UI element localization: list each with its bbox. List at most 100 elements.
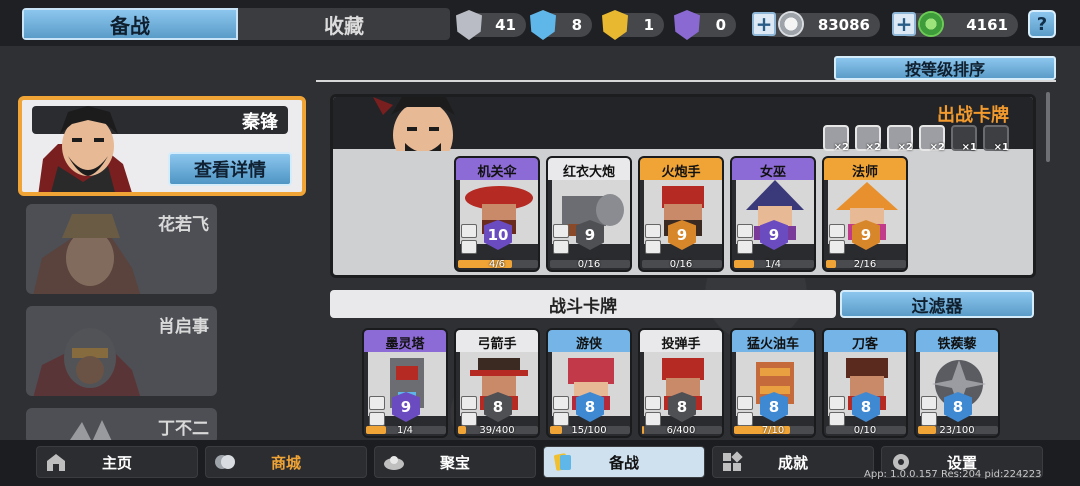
card-name: 弓箭手 <box>477 337 517 352</box>
slot-count: ×2 <box>929 142 945 153</box>
nav-prepare[interactable]: 备战 <box>543 446 705 478</box>
blue-shield-value: 8 <box>571 16 582 34</box>
battle-card[interactable]: 墨灵塔 9 1/4 <box>362 328 448 438</box>
nav-achievements[interactable]: 成就 <box>712 446 874 478</box>
battle-card[interactable]: 弓箭手 8 39/400 <box>454 328 540 438</box>
card-target-icon <box>645 240 661 254</box>
card-level-badge: 9 <box>392 392 420 422</box>
card-level-badge: 8 <box>484 392 512 422</box>
green-gem-value: 4161 <box>966 16 1008 34</box>
house-icon <box>47 454 65 471</box>
nav-treasure[interactable]: 聚宝 <box>374 446 536 478</box>
hero-card[interactable]: 肖启事 <box>26 306 217 396</box>
hero-name: 肖启事 <box>158 317 209 337</box>
app-version-info: App: 1.0.0.157 Res:204 pid:224223 <box>864 469 1042 480</box>
card-progress-text: 7/10 <box>761 425 785 436</box>
card-name: 法师 <box>851 165 878 180</box>
battle-card[interactable]: 猛火油车 8 7/10 <box>730 328 816 438</box>
silver-shield-counter: 41 <box>456 10 526 40</box>
card-name: 刀客 <box>851 337 878 352</box>
achievements-icon <box>723 451 743 471</box>
card-name: 墨灵塔 <box>385 337 425 352</box>
card-target-icon <box>461 412 477 426</box>
hero-portrait-xiaoqishi <box>33 328 141 396</box>
card-progress-text: 0/16 <box>669 259 693 270</box>
card-progress-text: 2/16 <box>853 259 877 270</box>
card-progress-text: 4/6 <box>488 259 506 270</box>
deck-card[interactable]: 机关伞 10 4/6 <box>454 156 540 272</box>
card-type-icon <box>461 224 477 238</box>
card-type-icon <box>461 396 477 410</box>
battle-card[interactable]: 投弹手 8 6/400 <box>638 328 724 438</box>
card-progress-text: 39/400 <box>479 425 515 436</box>
card-progress-text: 23/100 <box>939 425 975 436</box>
card-name: 红衣大炮 <box>562 165 615 180</box>
card-progress-text: 1/4 <box>764 259 782 270</box>
battle-cards-header: 战斗卡牌 <box>330 290 836 318</box>
slot-count: ×1 <box>961 142 977 153</box>
nav-label: 商城 <box>270 453 301 472</box>
nav-label: 聚宝 <box>439 453 470 472</box>
card-deck-icon <box>554 453 571 471</box>
deck-scrollbar[interactable] <box>1046 92 1050 162</box>
hero-name: 花若飞 <box>158 215 209 235</box>
deck-card[interactable]: 红衣大炮 9 0/16 <box>546 156 632 272</box>
sort-by-level-button[interactable]: 按等级排序 <box>834 56 1056 80</box>
card-type-icon <box>829 224 845 238</box>
slot-count: ×2 <box>865 142 881 153</box>
battle-card[interactable]: 铁蒺藜 8 23/100 <box>914 328 1000 438</box>
hero-card[interactable]: 花若飞 <box>26 204 217 294</box>
gold-shield-counter: 1 <box>602 10 664 40</box>
deck-card[interactable]: 女巫 9 1/4 <box>730 156 816 272</box>
card-progress-text: 6/400 <box>666 425 696 436</box>
card-target-icon <box>461 240 477 254</box>
nav-label: 主页 <box>101 453 132 472</box>
card-name: 女巫 <box>759 165 786 180</box>
silver-coin-icon <box>778 11 804 37</box>
tab-prepare[interactable]: 备战 <box>22 8 238 40</box>
tab-collection[interactable]: 收藏 <box>238 8 450 40</box>
card-target-icon <box>921 412 937 426</box>
card-target-icon <box>553 412 569 426</box>
card-type-icon <box>737 224 753 238</box>
hero-card-selected[interactable]: 秦锋 查看详情 <box>18 96 306 196</box>
card-name: 游侠 <box>575 337 602 352</box>
card-level-badge: 9 <box>576 220 604 250</box>
card-name: 铁蒺藜 <box>937 337 977 352</box>
helmet-slot-icon: ×2 <box>887 125 913 153</box>
deck-card[interactable]: 法师 9 2/16 <box>822 156 908 272</box>
slot-count: ×2 <box>897 142 913 153</box>
card-level-badge: 9 <box>760 220 788 250</box>
help-button[interactable]: ? <box>1028 10 1056 38</box>
skull-slot-icon: ×2 <box>919 125 945 153</box>
view-details-button[interactable]: 查看详情 <box>168 152 292 186</box>
nav-home[interactable]: 主页 <box>36 446 198 478</box>
add-gems-button[interactable]: + <box>892 12 916 36</box>
card-type-icon <box>921 396 937 410</box>
battle-card[interactable]: 刀客 8 0/10 <box>822 328 908 438</box>
treasure-bowl-icon <box>384 456 404 470</box>
card-target-icon <box>645 412 661 426</box>
gear-slot-icon: ×1 <box>983 125 1009 153</box>
card-target-icon <box>553 240 569 254</box>
deck-title: 出战卡牌 <box>937 105 1009 126</box>
green-gem-icon <box>918 11 944 37</box>
deck-card[interactable]: 火炮手 9 0/16 <box>638 156 724 272</box>
card-progress-text: 15/100 <box>571 425 607 436</box>
blue-shield-counter: 8 <box>530 10 592 40</box>
blue-crystal-shield-icon <box>530 10 556 40</box>
hero-name: 秦锋 <box>242 112 278 133</box>
deck-hero-portrait <box>373 97 455 151</box>
green-gem-counter: 4161 <box>898 13 1018 37</box>
nav-shop[interactable]: 商城 <box>205 446 367 478</box>
battle-card[interactable]: 游侠 8 15/100 <box>546 328 632 438</box>
filter-button[interactable]: 过滤器 <box>840 290 1034 318</box>
card-type-icon <box>369 396 385 410</box>
deck-header: 出战卡牌 ×2 ×2 ×2 ×2 ×1 ×1 <box>333 97 1033 153</box>
hero-card[interactable]: 丁不二 <box>26 408 217 444</box>
card-level-badge: 9 <box>852 220 880 250</box>
purple-shield-counter: 0 <box>674 10 736 40</box>
card-level-badge: 8 <box>668 392 696 422</box>
add-coins-button[interactable]: + <box>752 12 776 36</box>
card-target-icon <box>737 240 753 254</box>
